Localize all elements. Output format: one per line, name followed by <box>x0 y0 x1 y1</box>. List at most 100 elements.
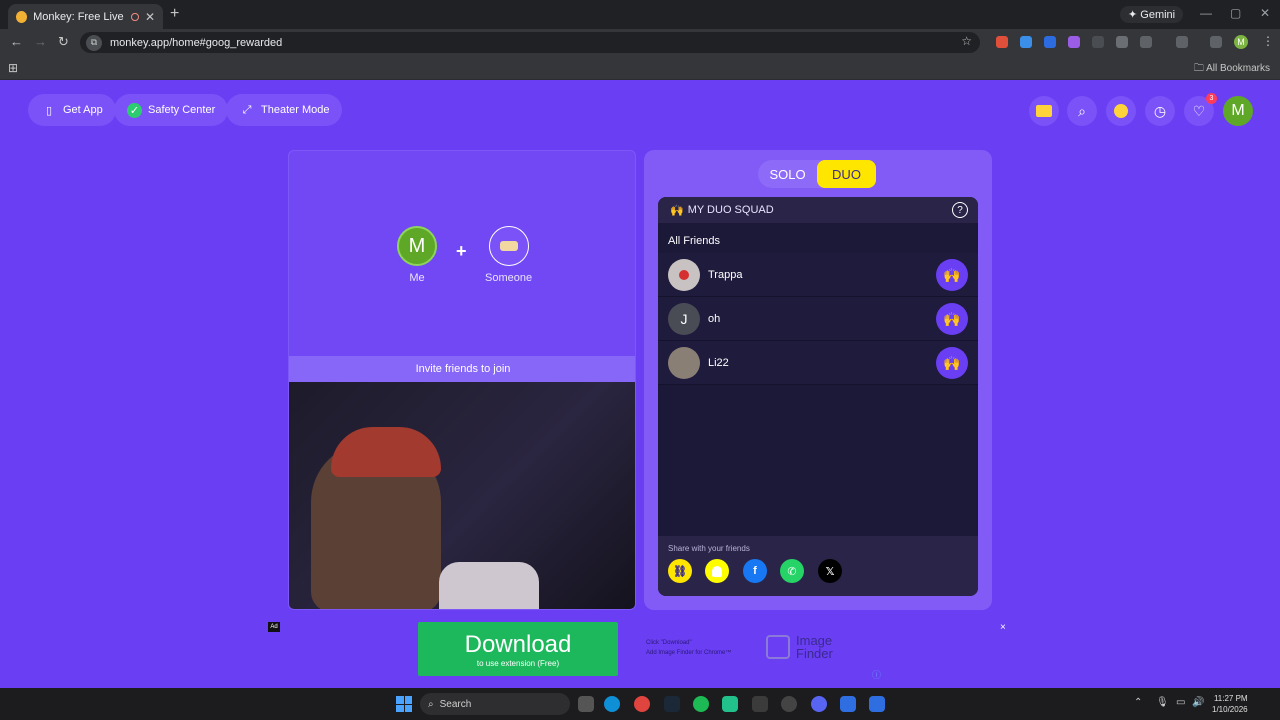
get-app-label: Get App <box>63 104 103 116</box>
app-icon[interactable] <box>869 696 885 712</box>
friend-avatar <box>668 258 700 291</box>
extensions-puzzle-icon[interactable] <box>1140 36 1152 48</box>
taskbar-search-label: Search <box>439 698 472 710</box>
ad-copy-line2: Add Image Finder for Chrome™ <box>646 650 732 656</box>
windows-start-icon[interactable] <box>396 696 412 712</box>
ad-info-icon[interactable]: ⓘ <box>872 668 881 681</box>
extension-icon[interactable] <box>996 36 1008 48</box>
duo-lobby-panel: M Me + Someone Invite friends to join <box>288 150 636 610</box>
messages-icon[interactable]: ♡ 3 <box>1184 93 1217 126</box>
monkey-favicon-icon <box>16 10 28 23</box>
finder-line2: Finder <box>796 646 833 661</box>
extension-icon[interactable] <box>1044 36 1056 48</box>
minimize-icon[interactable]: — <box>1200 6 1212 20</box>
mode-toggle: SOLO DUO <box>758 160 876 188</box>
search-icon[interactable]: ⌕ <box>1067 96 1097 126</box>
friend-row[interactable]: J oh 🙌 <box>658 297 978 341</box>
download-sub-label: to use extension (Free) <box>476 658 560 668</box>
extension-icon[interactable] <box>1116 36 1128 48</box>
profile-avatar[interactable]: M <box>1234 35 1248 49</box>
site-info-icon[interactable]: ⧉ <box>86 34 102 51</box>
tab-search-icon[interactable] <box>1210 36 1222 48</box>
share-section: Share with your friends ⛓ f ✆ 𝕏 <box>658 536 978 596</box>
side-panel-icon[interactable] <box>1176 36 1188 48</box>
microphone-icon[interactable]: 🎙 <box>1156 697 1169 708</box>
get-app-button[interactable]: ▯ Get App <box>28 94 116 126</box>
edge-icon[interactable] <box>604 696 620 712</box>
friend-row[interactable]: Li22 🙌 <box>658 341 978 385</box>
share-label: Share with your friends <box>668 544 750 553</box>
ad-copy-line1: Click "Download" <box>646 640 692 646</box>
duo-tab[interactable]: DUO <box>817 160 876 188</box>
chrome-icon[interactable] <box>634 696 650 712</box>
reload-icon[interactable]: ↻ <box>58 34 69 50</box>
ad-banner: Ad Download to use extension (Free) Clic… <box>0 622 1280 688</box>
app-icon[interactable] <box>752 696 768 712</box>
steam-icon[interactable] <box>664 696 680 712</box>
taskbar-search[interactable]: ⌕ Search <box>420 693 570 715</box>
theater-mode-button[interactable]: ⤢ Theater Mode <box>226 94 343 126</box>
user-avatar[interactable]: M <box>1223 96 1253 126</box>
invite-hands-button[interactable]: 🙌 <box>936 303 968 335</box>
member-someone[interactable]: Someone <box>485 226 532 284</box>
friend-avatar <box>668 346 700 379</box>
app-icon[interactable] <box>722 696 738 712</box>
x-twitter-icon[interactable]: 𝕏 <box>818 559 842 583</box>
apps-grid-icon[interactable]: ⊞ <box>8 61 18 75</box>
extension-icon[interactable] <box>1092 36 1104 48</box>
snapchat-icon[interactable] <box>705 559 729 583</box>
browser-tab[interactable]: Monkey: Free Live Video Ch ✕ <box>8 4 163 29</box>
shield-check-icon: ✓ <box>127 102 142 118</box>
all-bookmarks[interactable]: 🗀 All Bookmarks <box>1194 61 1270 78</box>
solo-tab[interactable]: SOLO <box>758 160 817 188</box>
maximize-icon[interactable]: ▢ <box>1230 6 1241 20</box>
safety-center-button[interactable]: ✓ Safety Center <box>114 94 229 126</box>
gemini-button[interactable]: ✦ Gemini <box>1120 6 1184 23</box>
tray-chevron-icon[interactable]: ⌃ <box>1134 697 1142 708</box>
invite-hands-button[interactable]: 🙌 <box>936 259 968 291</box>
me-avatar: M <box>397 226 437 266</box>
copy-link-icon[interactable]: ⛓ <box>668 559 692 583</box>
forward-icon[interactable]: → <box>34 34 47 49</box>
volume-icon[interactable]: 🔊 <box>1192 697 1204 708</box>
new-tab-button[interactable]: + <box>170 5 179 23</box>
ad-close-icon[interactable]: × <box>1000 622 1012 634</box>
squad-header: 🙌 MY DUO SQUAD ? <box>658 197 978 223</box>
crown-icon[interactable] <box>1106 96 1136 126</box>
whatsapp-icon[interactable]: ✆ <box>780 559 804 583</box>
close-window-icon[interactable]: ✕ <box>1260 6 1270 20</box>
history-clock-icon[interactable]: ◷ <box>1145 96 1175 126</box>
friend-name: Trappa <box>708 268 743 281</box>
someone-label: Someone <box>485 272 533 284</box>
friend-row[interactable]: Trappa 🙌 <box>658 253 978 297</box>
search-icon: ⌕ <box>428 698 434 710</box>
close-tab-icon[interactable]: ✕ <box>145 10 155 24</box>
url-text: monkey.app/home#goog_rewarded <box>110 36 283 49</box>
sofa-icon <box>488 226 529 266</box>
clock-date: 1/10/2026 <box>1212 705 1248 714</box>
clock-time: 11:27 PM <box>1213 694 1248 703</box>
facebook-icon[interactable]: f <box>743 559 767 583</box>
recording-icon <box>131 12 139 21</box>
download-ad-button[interactable]: Download to use extension (Free) <box>418 622 618 676</box>
help-icon[interactable]: ? <box>952 202 968 218</box>
free-gift-icon[interactable] <box>1029 96 1059 126</box>
invite-hands-button[interactable]: 🙌 <box>936 347 968 379</box>
tab-title: Monkey: Free Live Video Ch <box>33 10 125 23</box>
back-icon[interactable]: ← <box>10 34 23 49</box>
extension-icon[interactable] <box>1068 36 1080 48</box>
menu-icon[interactable]: ⋮ <box>1262 34 1274 48</box>
bookmark-star-icon[interactable]: ☆ <box>961 34 972 48</box>
task-view-icon[interactable] <box>578 696 594 712</box>
app-icon[interactable] <box>840 696 856 712</box>
extension-icon[interactable] <box>1020 36 1032 48</box>
system-clock[interactable]: 11:27 PM 1/10/2026 <box>1212 693 1248 715</box>
bookmarks-bar: ⊞ 🗀 All Bookmarks <box>0 55 1280 80</box>
discord-icon[interactable] <box>811 696 827 712</box>
network-icon[interactable]: ▭ <box>1176 697 1185 708</box>
invite-friends-bar[interactable]: Invite friends to join <box>289 356 635 382</box>
spotify-icon[interactable] <box>693 696 709 712</box>
app-icon[interactable] <box>781 696 797 712</box>
omnibox[interactable]: ⧉ monkey.app/home#goog_rewarded ☆ <box>80 32 980 53</box>
windows-taskbar: ⌕ Search ⌃ 🎙 ▭ 🔊 11:27 PM 1/10/2026 <box>0 688 1280 720</box>
